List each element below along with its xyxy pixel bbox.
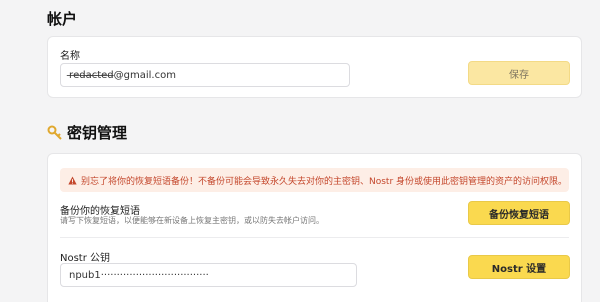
account-card: 名称 r̶e̶d̶a̶c̶t̶e̶d̶@gmail.com 保存 [47, 36, 582, 98]
backup-recovery-phrase-button[interactable]: 备份恢复短语 [468, 201, 570, 225]
backup-description: 请写下恢复短语，以便能够在新设备上恢复主密钥，或以防失去帐户访问。 [60, 216, 324, 225]
keys-card: 别忘了将你的恢复短语备份！不备份可能会导致永久失去对你的主密钥、Nostr 身份… [47, 153, 582, 302]
nostr-settings-button[interactable]: Nostr 设置 [468, 255, 570, 279]
warning-text: 别忘了将你的恢复短语备份！不备份可能会导致永久失去对你的主密钥、Nostr 身份… [81, 176, 568, 187]
nostr-pubkey-label: Nostr 公钥 [60, 253, 111, 264]
email-field[interactable]: r̶e̶d̶a̶c̶t̶e̶d̶@gmail.com [60, 63, 350, 87]
nostr-pubkey-field[interactable]: npub1·································· [60, 263, 357, 287]
nostr-pubkey-value: npub1·································· [69, 269, 209, 281]
warning-triangle-icon [68, 175, 77, 185]
key-icon [47, 125, 63, 141]
account-section-title: 帐户 [47, 10, 78, 28]
email-label: 名称 [60, 51, 80, 62]
keys-section-title: 密钥管理 [47, 122, 127, 143]
divider [60, 237, 569, 238]
backup-warning-banner: 别忘了将你的恢复短语备份！不备份可能会导致永久失去对你的主密钥、Nostr 身份… [60, 168, 569, 192]
save-button[interactable]: 保存 [468, 61, 570, 85]
email-value: r̶e̶d̶a̶c̶t̶e̶d̶@gmail.com [69, 69, 176, 81]
